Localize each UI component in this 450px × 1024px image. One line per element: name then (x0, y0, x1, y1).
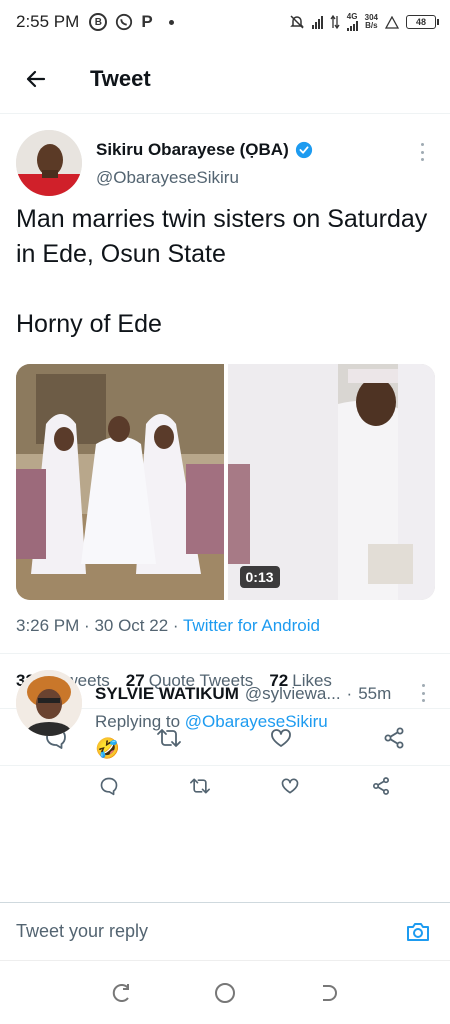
p-app-icon: P (141, 12, 153, 31)
tweet-text-line: Horny of Ede (16, 310, 162, 338)
more-options-icon[interactable] (412, 140, 432, 164)
tweet-timestamp: 3:26 PM · 30 Oct 22 · Twitter for Androi… (16, 616, 320, 635)
tweet-text-line: Man marries twin sisters on Saturday in … (16, 205, 428, 268)
author-handle[interactable]: @ObarayeseSikiru (96, 168, 239, 188)
alert-triangle-icon (385, 15, 399, 29)
signal-1-icon (311, 15, 323, 29)
reply-like-icon[interactable] (276, 772, 304, 800)
reply-share-icon[interactable] (367, 772, 395, 800)
whatsapp-icon (116, 13, 133, 31)
back-arrow-icon[interactable] (16, 59, 56, 99)
author-name-text: Sikiru Obarayese (ỌBA) (96, 140, 289, 159)
reply-avatar[interactable] (16, 670, 82, 736)
data-arrows-icon (330, 15, 340, 29)
network-type: 4G (346, 12, 358, 21)
tweet-source-link[interactable]: Twitter for Android (183, 616, 320, 635)
reply-more-icon[interactable] (422, 684, 428, 702)
media-photo[interactable] (16, 364, 224, 600)
battery-level: 48 (415, 17, 426, 27)
data-speed: 304 B/s (365, 14, 378, 30)
system-nav-bar (0, 960, 450, 1024)
reply-header: SYLVIE WATIKUM @sylviewa... · 55m (95, 684, 391, 704)
reply-input[interactable] (16, 921, 402, 942)
reply-handle[interactable]: @sylviewa... (245, 684, 341, 704)
replying-to: Replying to @ObarayeseSikiru (95, 712, 328, 732)
reply-tweet[interactable]: SYLVIE WATIKUM @sylviewa... · 55m Replyi… (0, 660, 450, 796)
replying-prefix: Replying to (95, 712, 181, 731)
back-nav-icon[interactable] (308, 973, 348, 1013)
replying-mention-link[interactable]: @ObarayeseSikiru (185, 712, 328, 731)
main-tweet: Sikiru Obarayese (ỌBA) @ObarayeseSikiru … (0, 114, 450, 766)
status-bar: 2:55 PM B P 4G 304 B/s 48 (0, 0, 450, 44)
b-badge-icon: B (89, 13, 108, 31)
page-title: Tweet (90, 65, 151, 91)
tweet-time: 3:26 PM (16, 616, 80, 635)
tweet-date: 30 Oct 22 (94, 616, 169, 635)
video-duration: 0:13 (239, 566, 280, 588)
status-notification-icons: B P (89, 12, 174, 32)
signal-2-icon (346, 21, 358, 31)
data-speed-unit: B/s (365, 21, 378, 30)
camera-icon[interactable] (402, 916, 434, 948)
reply-actions (95, 772, 395, 800)
reply-reply-icon[interactable] (95, 772, 123, 800)
recents-icon[interactable] (102, 973, 142, 1013)
signal-2-group: 4G (346, 12, 358, 31)
author-row: Sikiru Obarayese (ỌBA) @ObarayeseSikiru (0, 114, 450, 204)
top-app-bar: Tweet (0, 44, 450, 114)
status-right-icons: 4G 304 B/s 48 (289, 12, 439, 31)
verified-badge-icon (295, 141, 312, 159)
reply-composer (0, 902, 450, 960)
home-icon[interactable] (205, 973, 245, 1013)
media-video[interactable]: 0:13 (227, 364, 435, 600)
reply-retweet-icon[interactable] (186, 772, 214, 800)
more-notifications-dot (168, 19, 174, 25)
author-name[interactable]: Sikiru Obarayese (ỌBA) (96, 140, 313, 160)
silent-bell-icon (289, 15, 304, 29)
reply-text: 🤣 (95, 738, 120, 760)
reply-separator: · (346, 684, 353, 703)
tweet-text: Man marries twin sisters on Saturday in … (16, 202, 436, 342)
reply-name[interactable]: SYLVIE WATIKUM (95, 684, 239, 704)
status-time: 2:55 PM (16, 12, 80, 31)
tweet-media: 0:13 (16, 364, 435, 600)
battery-icon: 48 (406, 15, 439, 29)
author-avatar[interactable] (16, 130, 82, 196)
reply-time: 55m (358, 684, 392, 703)
